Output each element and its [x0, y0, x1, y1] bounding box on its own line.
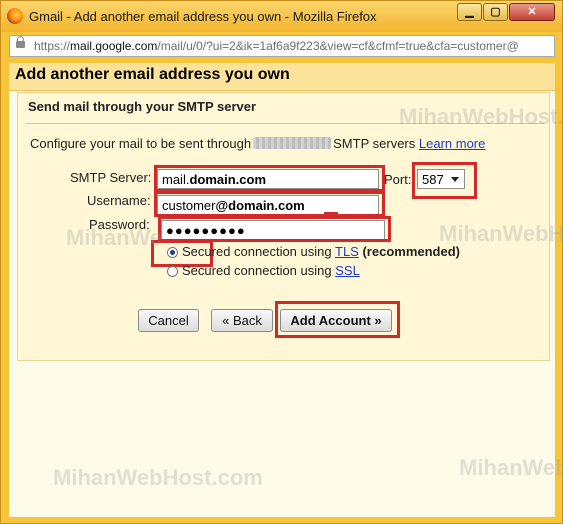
- ssl-option-label: Secured connection using SSL: [182, 263, 360, 278]
- description: Configure your mail to be sent through SM…: [30, 136, 485, 151]
- description-text-before: Configure your mail to be sent through: [30, 136, 252, 151]
- cancel-button[interactable]: Cancel: [138, 309, 199, 332]
- url-text[interactable]: https://mail.google.com/mail/u/0/?ui=2&i…: [34, 39, 550, 53]
- maximize-button[interactable]: ▢: [483, 3, 508, 21]
- tls-text: Secured connection using: [182, 244, 332, 259]
- smtp-server-label: SMTP Server:: [70, 170, 152, 185]
- watermark: MihanWebHost.com: [459, 455, 563, 480]
- watermark: MihanWe: [66, 225, 163, 250]
- watermark: MihanWebHost.com: [53, 465, 263, 490]
- page-header: Add another email address you own: [9, 63, 555, 91]
- username-label: Username:: [87, 193, 151, 208]
- ssl-text: Secured connection using: [182, 263, 332, 278]
- description-text-after: SMTP servers: [333, 136, 416, 151]
- close-button[interactable]: ✕: [509, 3, 555, 21]
- browser-window: Gmail - Add another email address you ow…: [0, 0, 563, 524]
- minimize-button[interactable]: ▁: [457, 3, 482, 21]
- url-prefix: https://: [34, 39, 71, 53]
- password-highlight: [158, 216, 391, 242]
- username-highlight: [154, 191, 385, 217]
- lock-icon: [16, 36, 25, 48]
- dialog-content: Add another email address you own Send m…: [9, 63, 563, 517]
- firefox-icon: [7, 8, 23, 24]
- address-bar[interactable]: https://mail.google.com/mail/u/0/?ui=2&i…: [9, 35, 555, 57]
- url-path: /mail/u/0/?ui=2&ik=1af6a9f223&view=cf&cf…: [157, 39, 519, 53]
- tls-option-label: Secured connection using TLS (recommende…: [182, 244, 460, 259]
- red-annotation-mark: [324, 212, 338, 214]
- port-highlight: [412, 162, 477, 199]
- section-title: Send mail through your SMTP server: [28, 99, 257, 114]
- page-title: Add another email address you own: [15, 66, 290, 83]
- ssl-link[interactable]: SSL: [335, 263, 360, 278]
- window-title: Gmail - Add another email address you ow…: [29, 9, 377, 24]
- ssl-radio[interactable]: [167, 266, 178, 277]
- blurred-provider-name: [253, 137, 332, 149]
- tls-link[interactable]: TLS: [335, 244, 359, 259]
- url-domain: mail.google.com: [70, 39, 158, 53]
- back-button[interactable]: « Back: [211, 309, 273, 332]
- watermark: MihanWebHost.com: [399, 104, 563, 129]
- port-label: Port:: [384, 172, 412, 187]
- learn-more-link[interactable]: Learn more: [419, 136, 485, 151]
- smtp-server-highlight: [154, 165, 385, 192]
- add-account-highlight: [275, 301, 400, 338]
- watermark: MihanWebHost.com: [439, 221, 563, 246]
- title-bar: Gmail - Add another email address you ow…: [1, 1, 562, 32]
